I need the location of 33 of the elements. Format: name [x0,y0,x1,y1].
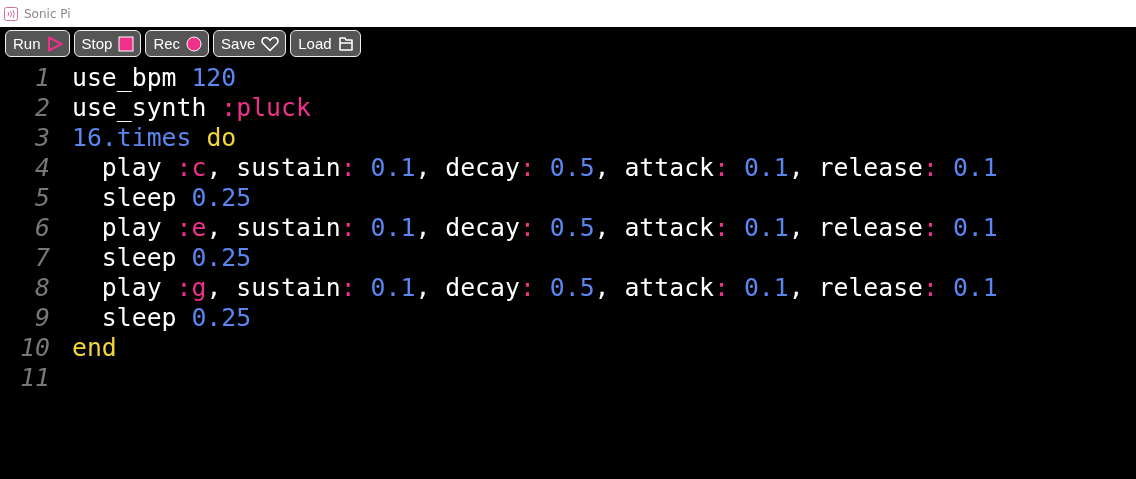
line-number: 11 [19,362,50,392]
line-number: 1 [34,62,50,92]
code-line: 16.times do [72,122,237,152]
line-number: 7 [34,242,50,272]
code-line: play :c, sustain: 0.1, decay: 0.5, attack: 0.1, release: 0.1 [100,152,998,182]
line-number: 9 [34,302,50,332]
load-button[interactable]: Load [290,30,361,57]
line-number: 5 [34,182,50,212]
run-button[interactable]: Run [5,30,70,57]
line-number: 3 [34,122,50,152]
code-line: play :g, sustain: 0.1, decay: 0.5, attack: 0.1, release: 0.1 [100,272,998,302]
heart-icon [261,35,280,52]
line-number: 2 [34,92,50,122]
record-icon [186,35,203,52]
line-number: 8 [34,272,50,302]
stop-icon [118,35,135,52]
code-line: play :e, sustain: 0.1, decay: 0.5, attack: 0.1, release: 0.1 [100,212,998,242]
code-line: sleep 0.25 [100,182,252,212]
line-number: 6 [34,212,50,242]
app-icon [4,6,18,21]
code-line: sleep 0.25 [100,302,252,332]
line-number: 4 [34,152,50,182]
code-line: use_bpm 120 [72,62,237,92]
code-line: sleep 0.25 [100,242,252,272]
rec-button[interactable]: Rec [145,30,210,57]
save-button[interactable]: Save [213,30,287,57]
line-number: 10 [19,332,50,362]
window-title: Sonic Pi [24,6,71,21]
stop-button[interactable]: Stop [73,30,142,57]
folder-icon [337,35,354,52]
code-line: use_synth :pluck [72,92,311,122]
play-icon [46,35,63,52]
code-line: end [72,332,117,362]
